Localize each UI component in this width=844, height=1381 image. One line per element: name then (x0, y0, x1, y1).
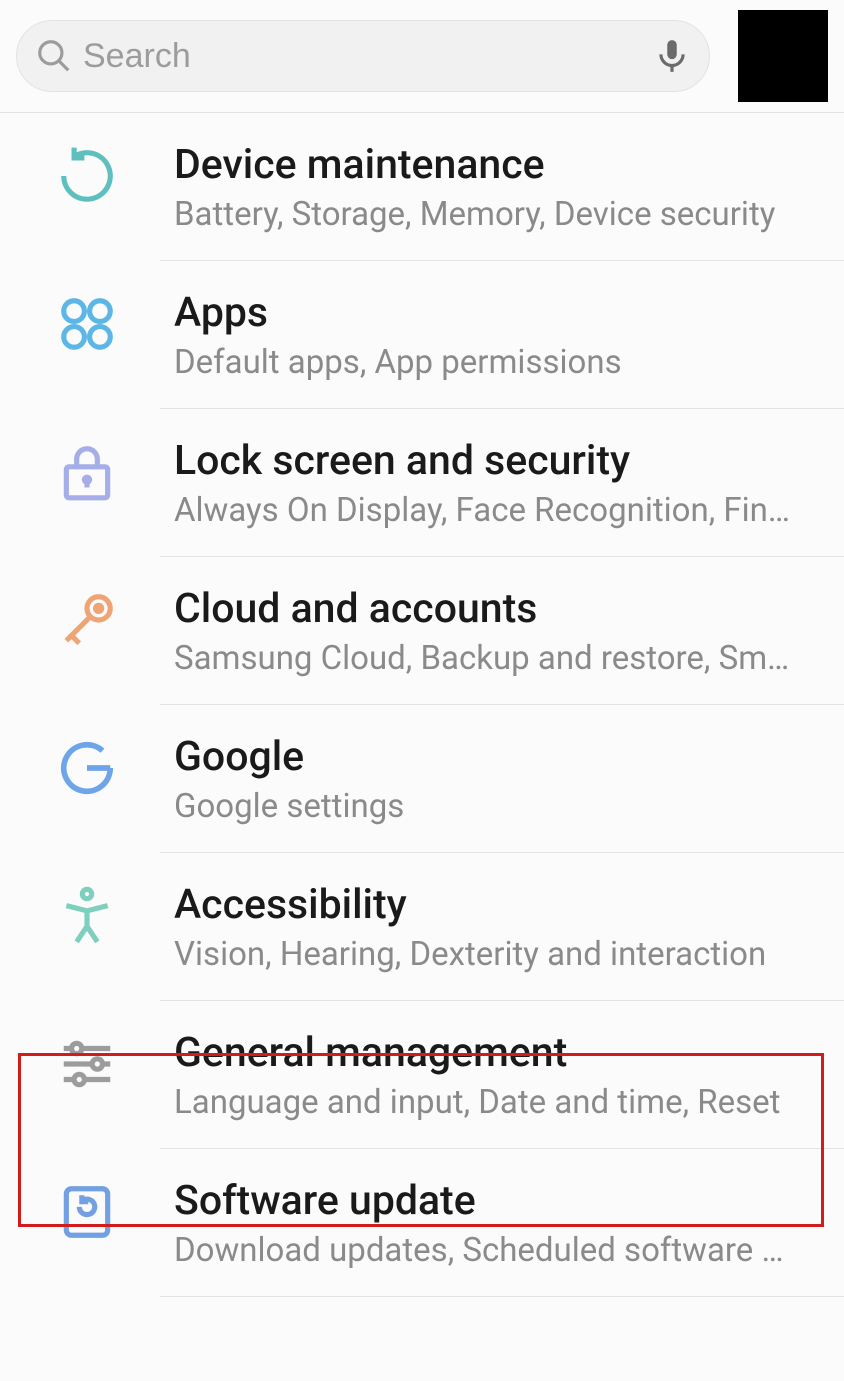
settings-item-google[interactable]: Google Google settings (0, 705, 844, 852)
settings-item-title: General management (174, 1029, 808, 1077)
settings-item-title: Apps (174, 289, 808, 337)
search-input[interactable] (73, 37, 653, 76)
settings-item-subtitle: Default apps, App permissions (174, 343, 794, 382)
search-icon (35, 37, 73, 75)
update-icon (56, 1181, 118, 1243)
mic-icon[interactable] (653, 37, 691, 75)
settings-item-title: Device maintenance (174, 141, 808, 189)
settings-item-title: Lock screen and security (174, 437, 808, 485)
settings-item-subtitle: Language and input, Date and time, Reset (174, 1083, 808, 1122)
settings-item-title: Cloud and accounts (174, 585, 808, 633)
settings-list: Device maintenance Battery, Storage, Mem… (0, 113, 844, 1297)
settings-item-software-update[interactable]: Software update Download updates, Schedu… (0, 1149, 844, 1296)
settings-item-title: Google (174, 733, 808, 781)
apps-icon (56, 293, 118, 355)
settings-item-subtitle: Battery, Storage, Memory, Device securit… (174, 195, 794, 234)
menu-button[interactable] (738, 10, 828, 102)
settings-item-device-maintenance[interactable]: Device maintenance Battery, Storage, Mem… (0, 113, 844, 260)
settings-item-cloud-accounts[interactable]: Cloud and accounts Samsung Cloud, Backup… (0, 557, 844, 704)
settings-item-accessibility[interactable]: Accessibility Vision, Hearing, Dexterity… (0, 853, 844, 1000)
settings-item-apps[interactable]: Apps Default apps, App permissions (0, 261, 844, 408)
settings-item-subtitle: Samsung Cloud, Backup and restore, Smart… (174, 639, 794, 678)
lock-icon (56, 441, 118, 503)
settings-item-lock-screen-security[interactable]: Lock screen and security Always On Displ… (0, 409, 844, 556)
settings-item-subtitle: Always On Display, Face Recognition, Fin… (174, 491, 794, 530)
key-icon (56, 589, 118, 651)
accessibility-icon (56, 885, 118, 947)
google-icon (56, 737, 118, 799)
search-field[interactable] (16, 20, 710, 92)
settings-item-subtitle: Vision, Hearing, Dexterity and interacti… (174, 935, 794, 974)
divider (160, 1296, 844, 1297)
settings-item-subtitle: Download updates, Scheduled software up… (174, 1231, 794, 1270)
settings-item-title: Accessibility (174, 881, 808, 929)
settings-item-subtitle: Google settings (174, 787, 794, 826)
topbar (0, 0, 844, 113)
settings-item-title: Software update (174, 1177, 808, 1225)
maintenance-icon (56, 145, 118, 207)
sliders-icon (56, 1033, 118, 1095)
settings-item-general-management[interactable]: General management Language and input, D… (0, 1001, 844, 1148)
